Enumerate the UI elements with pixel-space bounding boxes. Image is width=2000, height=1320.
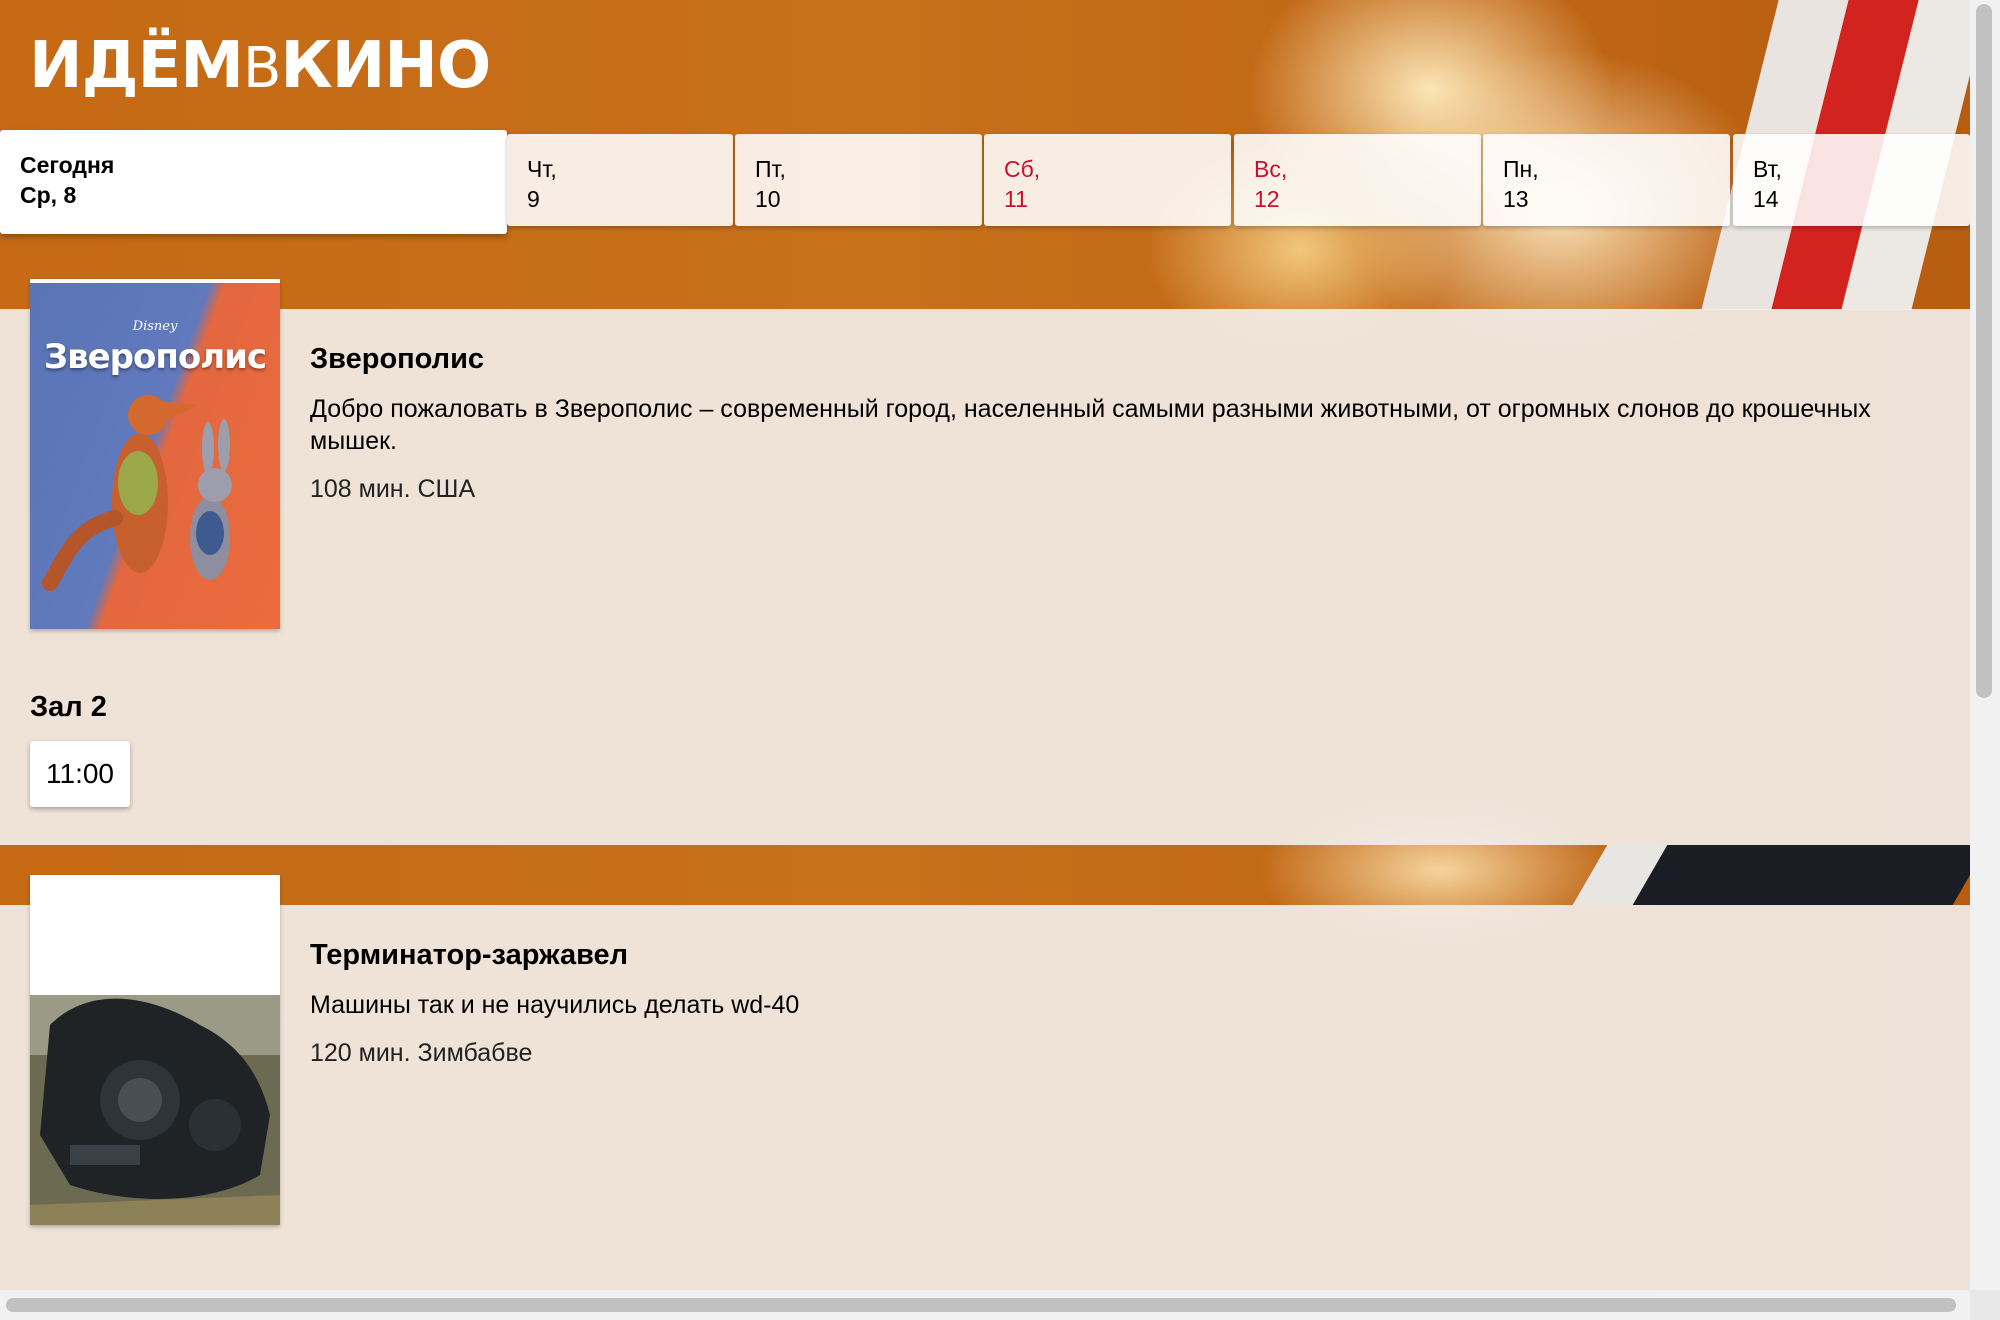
day-friday[interactable]: Пт, 10 bbox=[735, 134, 982, 226]
movie-description: Добро пожаловать в Зверополис – современ… bbox=[310, 395, 1871, 455]
movie-description: Машины так и не научились делать wd-40 bbox=[310, 991, 800, 1019]
movie-info: Терминатор-заржавел Машины так и не науч… bbox=[310, 935, 1930, 1069]
day-number: 13 bbox=[1503, 186, 1529, 212]
movie-poster bbox=[30, 875, 280, 1225]
day-monday[interactable]: Пн, 13 bbox=[1483, 134, 1730, 226]
poster-characters bbox=[42, 395, 232, 591]
movie-card: Disney Зверополис Зверополис Добро пожал… bbox=[0, 279, 1970, 845]
day-today-label: Сегодня bbox=[20, 152, 115, 178]
clapperboard bbox=[1632, 845, 1988, 905]
day-number: 10 bbox=[755, 186, 781, 212]
day-today[interactable]: Сегодня Ср, 8 bbox=[0, 130, 507, 234]
scrollbar-corner bbox=[1970, 1290, 2000, 1320]
day-number: 12 bbox=[1254, 186, 1280, 212]
hall-block: Зал 2 11:00 bbox=[30, 687, 130, 807]
logo[interactable]: ИДЁМВКИНО bbox=[29, 28, 491, 107]
day-weekday: Сб, bbox=[1004, 156, 1041, 182]
day-weekday: Пн, bbox=[1503, 156, 1539, 182]
day-weekday: Вт, bbox=[1753, 156, 1782, 182]
day-number: 11 bbox=[1004, 186, 1028, 212]
day-weekday: Вс, bbox=[1254, 156, 1288, 182]
day-tuesday[interactable]: Вт, 14 bbox=[1733, 134, 1970, 226]
day-weekday: Чт, bbox=[527, 156, 557, 182]
day-weekday: Пт, bbox=[755, 156, 786, 182]
movie-title: Терминатор-заржавел bbox=[310, 939, 629, 971]
day-number: 14 bbox=[1753, 186, 1779, 212]
poster-artwork bbox=[30, 875, 280, 1225]
movie-title: Зверополис bbox=[310, 343, 485, 375]
day-thursday[interactable]: Чт, 9 bbox=[507, 134, 733, 226]
movie-info: Зверополис Добро пожаловать в Зверополис… bbox=[310, 339, 1930, 505]
seance-time-button[interactable]: 11:00 bbox=[30, 741, 130, 807]
hall-title: Зал 2 bbox=[30, 691, 107, 723]
movie-card: Терминатор-заржавел Машины так и не науч… bbox=[0, 875, 1970, 1300]
day-sunday[interactable]: Вс, 12 bbox=[1234, 134, 1481, 226]
vertical-scrollbar-thumb[interactable] bbox=[1976, 4, 1992, 698]
day-number: 9 bbox=[527, 186, 540, 212]
horizontal-scrollbar-thumb[interactable] bbox=[6, 1298, 1956, 1312]
date-navigation: Сегодня Ср, 8 Чт, 9 Пт, 10 Сб, 11 Вс, 12… bbox=[0, 130, 1970, 234]
movie-duration-country: 108 мин. США bbox=[310, 475, 476, 503]
day-saturday[interactable]: Сб, 11 bbox=[984, 134, 1231, 226]
movie-duration-country: 120 мин. Зимбабве bbox=[310, 1039, 533, 1067]
day-today-date: Ср, 8 bbox=[20, 182, 77, 208]
movie-poster: Disney Зверополис bbox=[30, 279, 280, 629]
